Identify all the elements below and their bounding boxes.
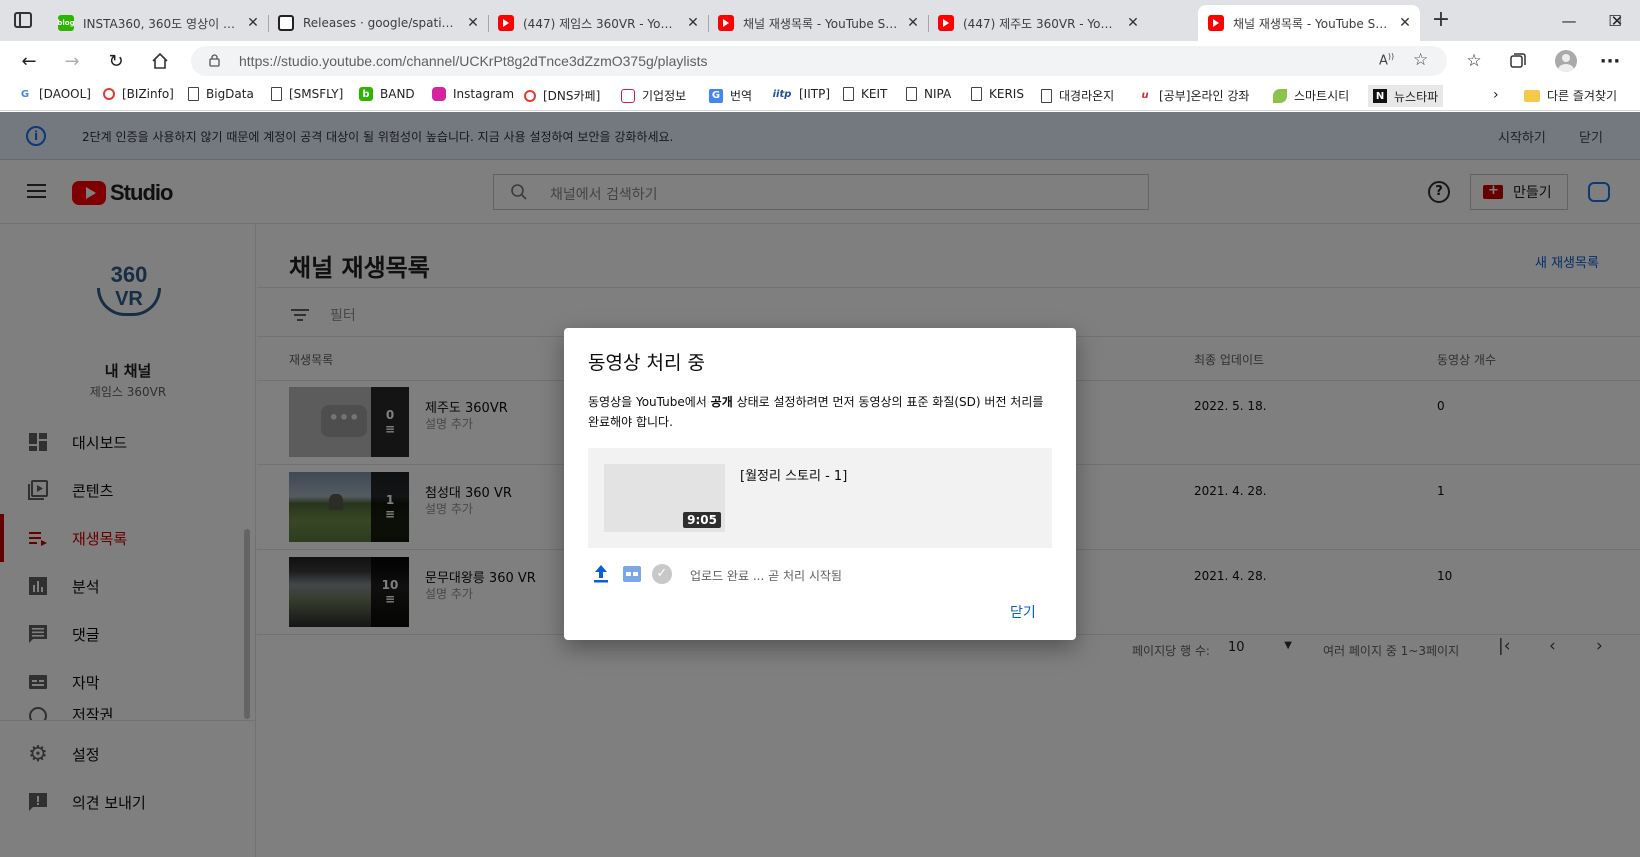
page-icon [1041, 88, 1052, 103]
read-aloud-icon[interactable]: A)) [1379, 52, 1394, 68]
close-tab-icon[interactable]: ✕ [464, 15, 482, 31]
video-title: [월정리 스토리 - 1] [740, 469, 848, 484]
study-icon: u [1141, 90, 1149, 101]
youtube-icon [1208, 15, 1224, 31]
upload-complete-icon [592, 564, 610, 584]
bookmark-item[interactable]: N 뉴스타파 [1368, 85, 1444, 107]
url-text: https://studio.youtube.com/channel/UCKrP… [239, 53, 708, 69]
dialog-title: 동영상 처리 중 [588, 352, 705, 374]
other-favorites[interactable]: 다른 즐겨찾기 [1524, 87, 1617, 104]
close-tab-icon[interactable]: ✕ [684, 15, 702, 31]
processing-dialog: 동영상 처리 중 동영상을 YouTube에서 공개 상태로 설정하려면 먼저 … [564, 328, 1076, 640]
close-tab-icon[interactable]: ✕ [244, 15, 262, 31]
github-icon [278, 15, 294, 31]
bookmark-item[interactable]: 스마트시티 [1273, 87, 1349, 104]
add-favorite-icon[interactable]: ☆ [1413, 50, 1428, 70]
status-text: 업로드 완료 ... 곧 처리 시작됨 [690, 569, 842, 583]
video-card: 9:05 [월정리 스토리 - 1] [588, 448, 1052, 548]
page-icon [906, 87, 917, 101]
page-icon [971, 87, 982, 101]
folder-icon [1524, 89, 1540, 102]
tab-actions-icon[interactable] [14, 12, 32, 28]
more-menu-icon[interactable]: ··· [1596, 47, 1624, 75]
tab-title: Releases · google/spatial-media [303, 16, 458, 30]
bookmark-item[interactable]: b BAND [359, 87, 415, 101]
bookmark-item[interactable]: 기업정보 [621, 87, 686, 104]
tab-studio-playlists-active[interactable]: 채널 재생목록 - YouTube Studio ✕ [1198, 5, 1420, 41]
sd-processing-icon [623, 566, 641, 582]
leaf-icon [1273, 88, 1287, 103]
instagram-icon [432, 87, 446, 101]
bookmark-item[interactable]: NIPA [906, 87, 951, 101]
tab-title: 채널 재생목록 - YouTube Studio [1233, 16, 1390, 31]
bookmark-item[interactable]: [BIZinfo] [103, 87, 174, 101]
refresh-icon[interactable]: ↻ [102, 47, 130, 75]
bookmark-item[interactable]: iitp [IITP] [772, 87, 830, 101]
dialog-close-button[interactable]: 닫기 [1004, 598, 1042, 626]
youtube-icon [718, 15, 734, 31]
company-info-icon [621, 88, 635, 103]
google-icon: G [20, 88, 30, 100]
more-bookmarks-icon[interactable]: › [1493, 87, 1499, 103]
bookmark-item[interactable]: u [공부]온라인 강좌 [1138, 87, 1249, 104]
tab-studio-playlists[interactable]: 채널 재생목록 - YouTube Studio ✕ [708, 5, 928, 41]
bookmarks-bar: G [DAOOL] [BIZinfo] BigData [SMSFLY] b BAN… [0, 81, 1640, 111]
band-icon: b [359, 87, 373, 101]
new-tab-icon[interactable]: + [1430, 9, 1452, 32]
close-tab-icon[interactable]: ✕ [904, 15, 922, 31]
youtube-icon [938, 15, 954, 31]
page-icon [271, 87, 282, 101]
iitp-icon: iitp [772, 88, 792, 100]
close-window-icon[interactable]: ✕ [1594, 0, 1640, 41]
bookmark-item[interactable]: [SMSFLY] [271, 87, 343, 101]
address-bar: ← → ↻ https://studio.youtube.com/channel… [0, 41, 1640, 81]
bookmark-item[interactable]: G 번역 [709, 87, 752, 104]
tab-spatial-media[interactable]: Releases · google/spatial-media ✕ [268, 5, 488, 41]
dialog-body: 동영상을 YouTube에서 공개 상태로 설정하려면 먼저 동영상의 표준 화… [588, 395, 1044, 429]
dns-cafe-icon [524, 89, 536, 102]
tab-title: (447) 제임스 360VR - YouTube [523, 16, 678, 31]
close-tab-icon[interactable]: ✕ [1124, 15, 1142, 31]
url-field[interactable]: https://studio.youtube.com/channel/UCKrP… [191, 46, 1447, 76]
back-icon[interactable]: ← [15, 47, 43, 75]
tab-title: 채널 재생목록 - YouTube Studio [743, 16, 898, 31]
minimize-icon[interactable]: — [1546, 0, 1592, 41]
collections-icon[interactable] [1504, 47, 1532, 75]
tab-james-360vr[interactable]: (447) 제임스 360VR - YouTube ✕ [488, 5, 708, 41]
bookmark-item[interactable]: [DNS카페] [524, 87, 600, 104]
tab-strip: blog INSTA360, 360도 영상이 유튜브 ✕ Releases ·… [0, 0, 1640, 41]
bookmark-item[interactable]: KEIT [843, 87, 887, 101]
newstapa-icon: N [1373, 89, 1387, 103]
tab-title: INSTA360, 360도 영상이 유튜브 [83, 16, 238, 31]
tab-jeju-360vr[interactable]: (447) 제주도 360VR - YouTube ✕ [928, 5, 1148, 41]
bookmark-item[interactable]: BigData [188, 87, 254, 101]
bookmark-item[interactable]: Instagram [432, 87, 514, 101]
duration-badge: 9:05 [683, 512, 721, 528]
forward-icon[interactable]: → [58, 47, 86, 75]
close-tab-icon[interactable]: ✕ [1396, 15, 1414, 31]
tab-insta360[interactable]: blog INSTA360, 360도 영상이 유튜브 ✕ [48, 5, 268, 41]
bizinfo-icon [103, 88, 115, 100]
bookmark-item[interactable]: KERIS [971, 87, 1024, 101]
bookmark-item[interactable]: 대경라온지 [1041, 87, 1114, 104]
blog-icon: blog [57, 15, 75, 31]
bookmark-item[interactable]: G [DAOOL] [18, 87, 91, 101]
favorites-icon[interactable]: ☆ [1460, 47, 1488, 75]
profile-avatar-icon[interactable] [1552, 47, 1580, 75]
page-icon [188, 87, 199, 101]
translate-icon: G [709, 88, 723, 103]
lock-icon[interactable] [209, 54, 220, 67]
youtube-icon [498, 15, 514, 31]
tab-title: (447) 제주도 360VR - YouTube [963, 16, 1118, 31]
home-icon[interactable] [146, 47, 174, 75]
page-icon [843, 87, 854, 101]
video-thumbnail: 9:05 [604, 464, 725, 532]
check-icon: ✓ [652, 564, 672, 584]
